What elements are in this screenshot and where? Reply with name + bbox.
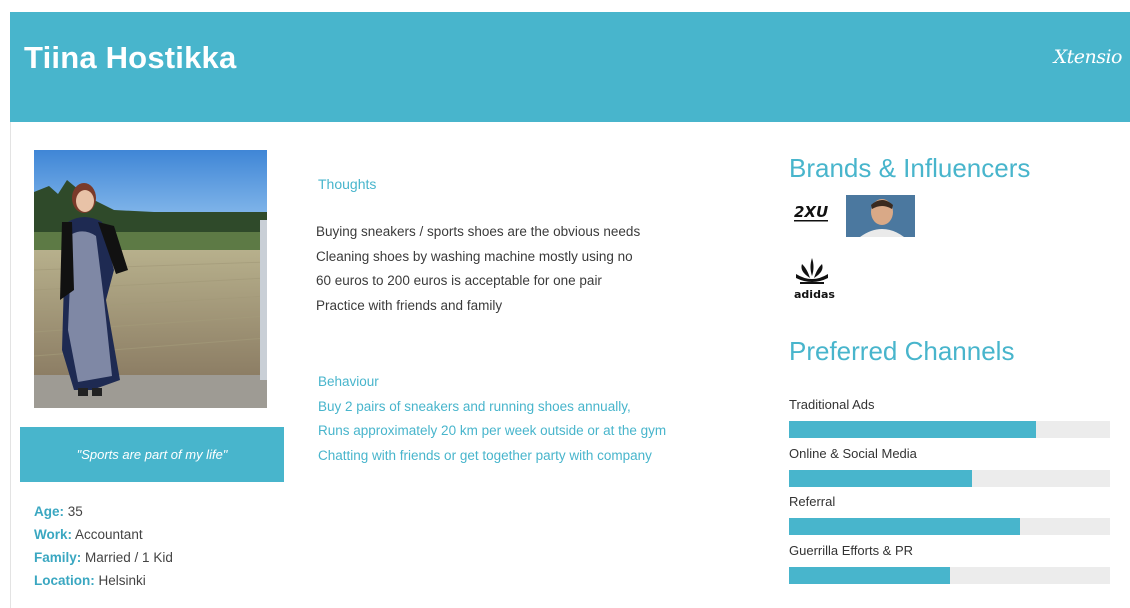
svg-text:adidas: adidas bbox=[794, 288, 835, 301]
fact-label: Family bbox=[34, 550, 77, 565]
behaviour-item: Chatting with friends or get together pa… bbox=[318, 447, 652, 463]
channel-item: Referral bbox=[789, 493, 1110, 542]
thoughts-list: Buying sneakers / sports shoes are the o… bbox=[316, 220, 640, 318]
header-bar: Tiina Hostikka Xtensio bbox=[10, 12, 1130, 122]
fact-age: Age: 35 bbox=[34, 504, 83, 519]
channel-bar-fill bbox=[789, 421, 1037, 438]
channel-bar-track bbox=[789, 518, 1110, 535]
channels-list: Traditional Ads Online & Social Media Re… bbox=[789, 396, 1110, 590]
persona-facts: Age: 35 Work: Accountant Family: Married… bbox=[34, 500, 173, 592]
card-border bbox=[10, 122, 11, 608]
channel-bar-fill bbox=[789, 518, 1021, 535]
channel-label: Online & Social Media bbox=[789, 445, 917, 461]
persona-name: Tiina Hostikka bbox=[24, 40, 237, 75]
channel-label: Referral bbox=[789, 494, 836, 509]
brands-title: Brands & Influencers bbox=[789, 153, 1031, 183]
fact-label: Work bbox=[34, 527, 68, 542]
behaviour-item: Runs approximately 20 km per week outsid… bbox=[318, 423, 667, 438]
channel-item: Guerrilla Efforts & PR bbox=[789, 542, 1110, 591]
2xu-logo-icon: 2XU bbox=[789, 198, 837, 226]
thought-item: 60 euros to 200 euros is acceptable for … bbox=[316, 273, 602, 288]
fact-location: Location: Helsinki bbox=[34, 573, 146, 588]
fact-value: 35 bbox=[67, 504, 83, 519]
fact-work: Work: Accountant bbox=[34, 527, 143, 542]
channels-title: Preferred Channels bbox=[789, 336, 1015, 366]
fact-value: Accountant bbox=[75, 527, 143, 542]
channel-bar-track bbox=[789, 469, 1110, 487]
channel-label: Guerrilla Efforts & PR bbox=[789, 542, 914, 558]
influencer-photo-icon bbox=[846, 195, 915, 237]
svg-text:2XU: 2XU bbox=[794, 203, 828, 221]
behaviour-title: Behaviour bbox=[318, 374, 379, 389]
channel-bar-fill bbox=[789, 469, 972, 487]
thought-item: Practice with friends and family bbox=[316, 297, 503, 313]
xtensio-logo[interactable]: Xtensio bbox=[1054, 46, 1123, 68]
persona-photo bbox=[34, 150, 267, 408]
fact-family: Family: Married / 1 Kid bbox=[34, 550, 173, 565]
fact-value: Helsinki bbox=[98, 573, 146, 588]
thought-item: Buying sneakers / sports shoes are the o… bbox=[316, 224, 641, 239]
channel-item: Traditional Ads bbox=[789, 396, 1110, 445]
channel-bar-track bbox=[789, 421, 1110, 438]
channel-item: Online & Social Media bbox=[789, 445, 1110, 494]
channel-bar-track bbox=[789, 566, 1110, 584]
fact-label: Location bbox=[34, 573, 91, 588]
channel-label: Traditional Ads bbox=[789, 397, 875, 412]
behaviour-section: Behaviour Buy 2 pairs of sneakers and ru… bbox=[318, 370, 666, 468]
fact-label: Age bbox=[34, 504, 60, 519]
behaviour-item: Buy 2 pairs of sneakers and running shoe… bbox=[318, 398, 631, 414]
thoughts-title: Thoughts bbox=[318, 176, 377, 192]
channel-bar-fill bbox=[789, 566, 950, 584]
adidas-logo-icon: adidas bbox=[790, 256, 838, 302]
thought-item: Cleaning shoes by washing machine mostly… bbox=[316, 248, 633, 264]
fact-value: Married / 1 Kid bbox=[85, 550, 173, 565]
persona-quote: "Sports are part of my life" bbox=[20, 427, 284, 482]
